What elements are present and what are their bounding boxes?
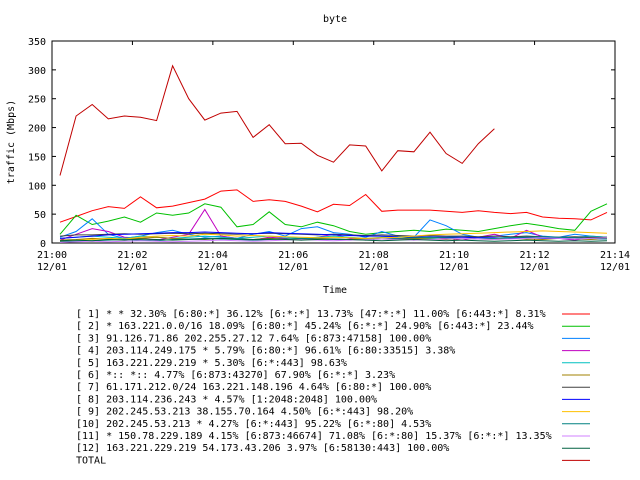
legend-label: [ 9] 202.245.53.213 38.155.70.164 4.50% … bbox=[76, 407, 413, 418]
legend-label: [ 8] 203.114.236.243 * 4.57% [1:2048:204… bbox=[76, 394, 377, 405]
x-tick-label: 12/01 bbox=[359, 262, 389, 273]
legend: [ 1] * * 32.30% [6:80:*] 36.12% [6:*:*] … bbox=[76, 309, 590, 466]
chart-title: byte bbox=[323, 14, 347, 25]
series-line-2 bbox=[59, 203, 608, 235]
y-axis-label: traffic (Mbps) bbox=[6, 100, 17, 184]
x-tick-label: 12/01 bbox=[439, 262, 469, 273]
x-tick-label: 12/01 bbox=[278, 262, 308, 273]
legend-label: [ 3] 91.126.71.86 202.255.27.12 7.64% [6… bbox=[76, 333, 431, 344]
x-tick-label: 21:12 bbox=[520, 250, 550, 261]
x-tick-label: 21:02 bbox=[117, 250, 147, 261]
y-tick-label: 100 bbox=[28, 181, 46, 192]
y-tick-label: 50 bbox=[34, 210, 46, 221]
x-tick-label: 21:10 bbox=[439, 250, 469, 261]
legend-label: [ 2] * 163.221.0.0/16 18.09% [6:80:*] 45… bbox=[76, 321, 534, 332]
y-tick-label: 250 bbox=[28, 95, 46, 106]
series-line-1 bbox=[59, 189, 608, 223]
x-tick-label: 12/01 bbox=[117, 262, 147, 273]
x-tick-label: 12/01 bbox=[37, 262, 67, 273]
legend-label: [11] * 150.78.229.189 4.15% [6:873:46674… bbox=[76, 431, 552, 442]
y-tick-label: 350 bbox=[28, 37, 46, 48]
y-axis-ticks: 0 50 100 150 200 250 300 350 bbox=[28, 37, 615, 250]
series-lines bbox=[59, 64, 608, 243]
legend-label: TOTAL bbox=[76, 455, 106, 466]
y-tick-label: 300 bbox=[28, 66, 46, 77]
x-tick-label: 21:04 bbox=[198, 250, 228, 261]
legend-label: [ 1] * * 32.30% [6:80:*] 36.12% [6:*:*] … bbox=[76, 309, 546, 320]
legend-label: [ 5] 163.221.229.219 * 5.30% [6:*:443] 9… bbox=[76, 358, 347, 369]
x-tick-label: 21:00 bbox=[37, 250, 67, 261]
y-tick-label: 150 bbox=[28, 152, 46, 163]
y-tick-label: 200 bbox=[28, 124, 46, 135]
x-tick-label: 21:08 bbox=[359, 250, 389, 261]
series-line-13 bbox=[59, 64, 495, 176]
legend-label: [10] 202.245.53.213 * 4.27% [6:*:443] 95… bbox=[76, 419, 431, 430]
plot-frame bbox=[51, 40, 616, 244]
x-tick-label: 21:14 bbox=[600, 250, 630, 261]
x-tick-label: 12/01 bbox=[520, 262, 550, 273]
x-tick-label: 12/01 bbox=[198, 262, 228, 273]
legend-label: [ 4] 203.114.249.175 * 5.79% [6:80:*] 96… bbox=[76, 346, 455, 357]
legend-label: [ 6] *:: *:: 4.77% [6:873:43270] 67.90% … bbox=[76, 370, 395, 381]
legend-label: [ 7] 61.171.212.0/24 163.221.148.196 4.6… bbox=[76, 382, 431, 393]
x-tick-label: 12/01 bbox=[600, 262, 630, 273]
y-tick-label: 0 bbox=[40, 239, 46, 250]
traffic-chart: byte traffic (Mbps) Time 0 50 100 150 200 250… bbox=[6, 14, 630, 466]
x-tick-label: 21:06 bbox=[278, 250, 308, 261]
legend-label: [12] 163.221.229.219 54.173.43.206 3.97%… bbox=[76, 443, 449, 454]
x-axis-label: Time bbox=[323, 285, 347, 296]
